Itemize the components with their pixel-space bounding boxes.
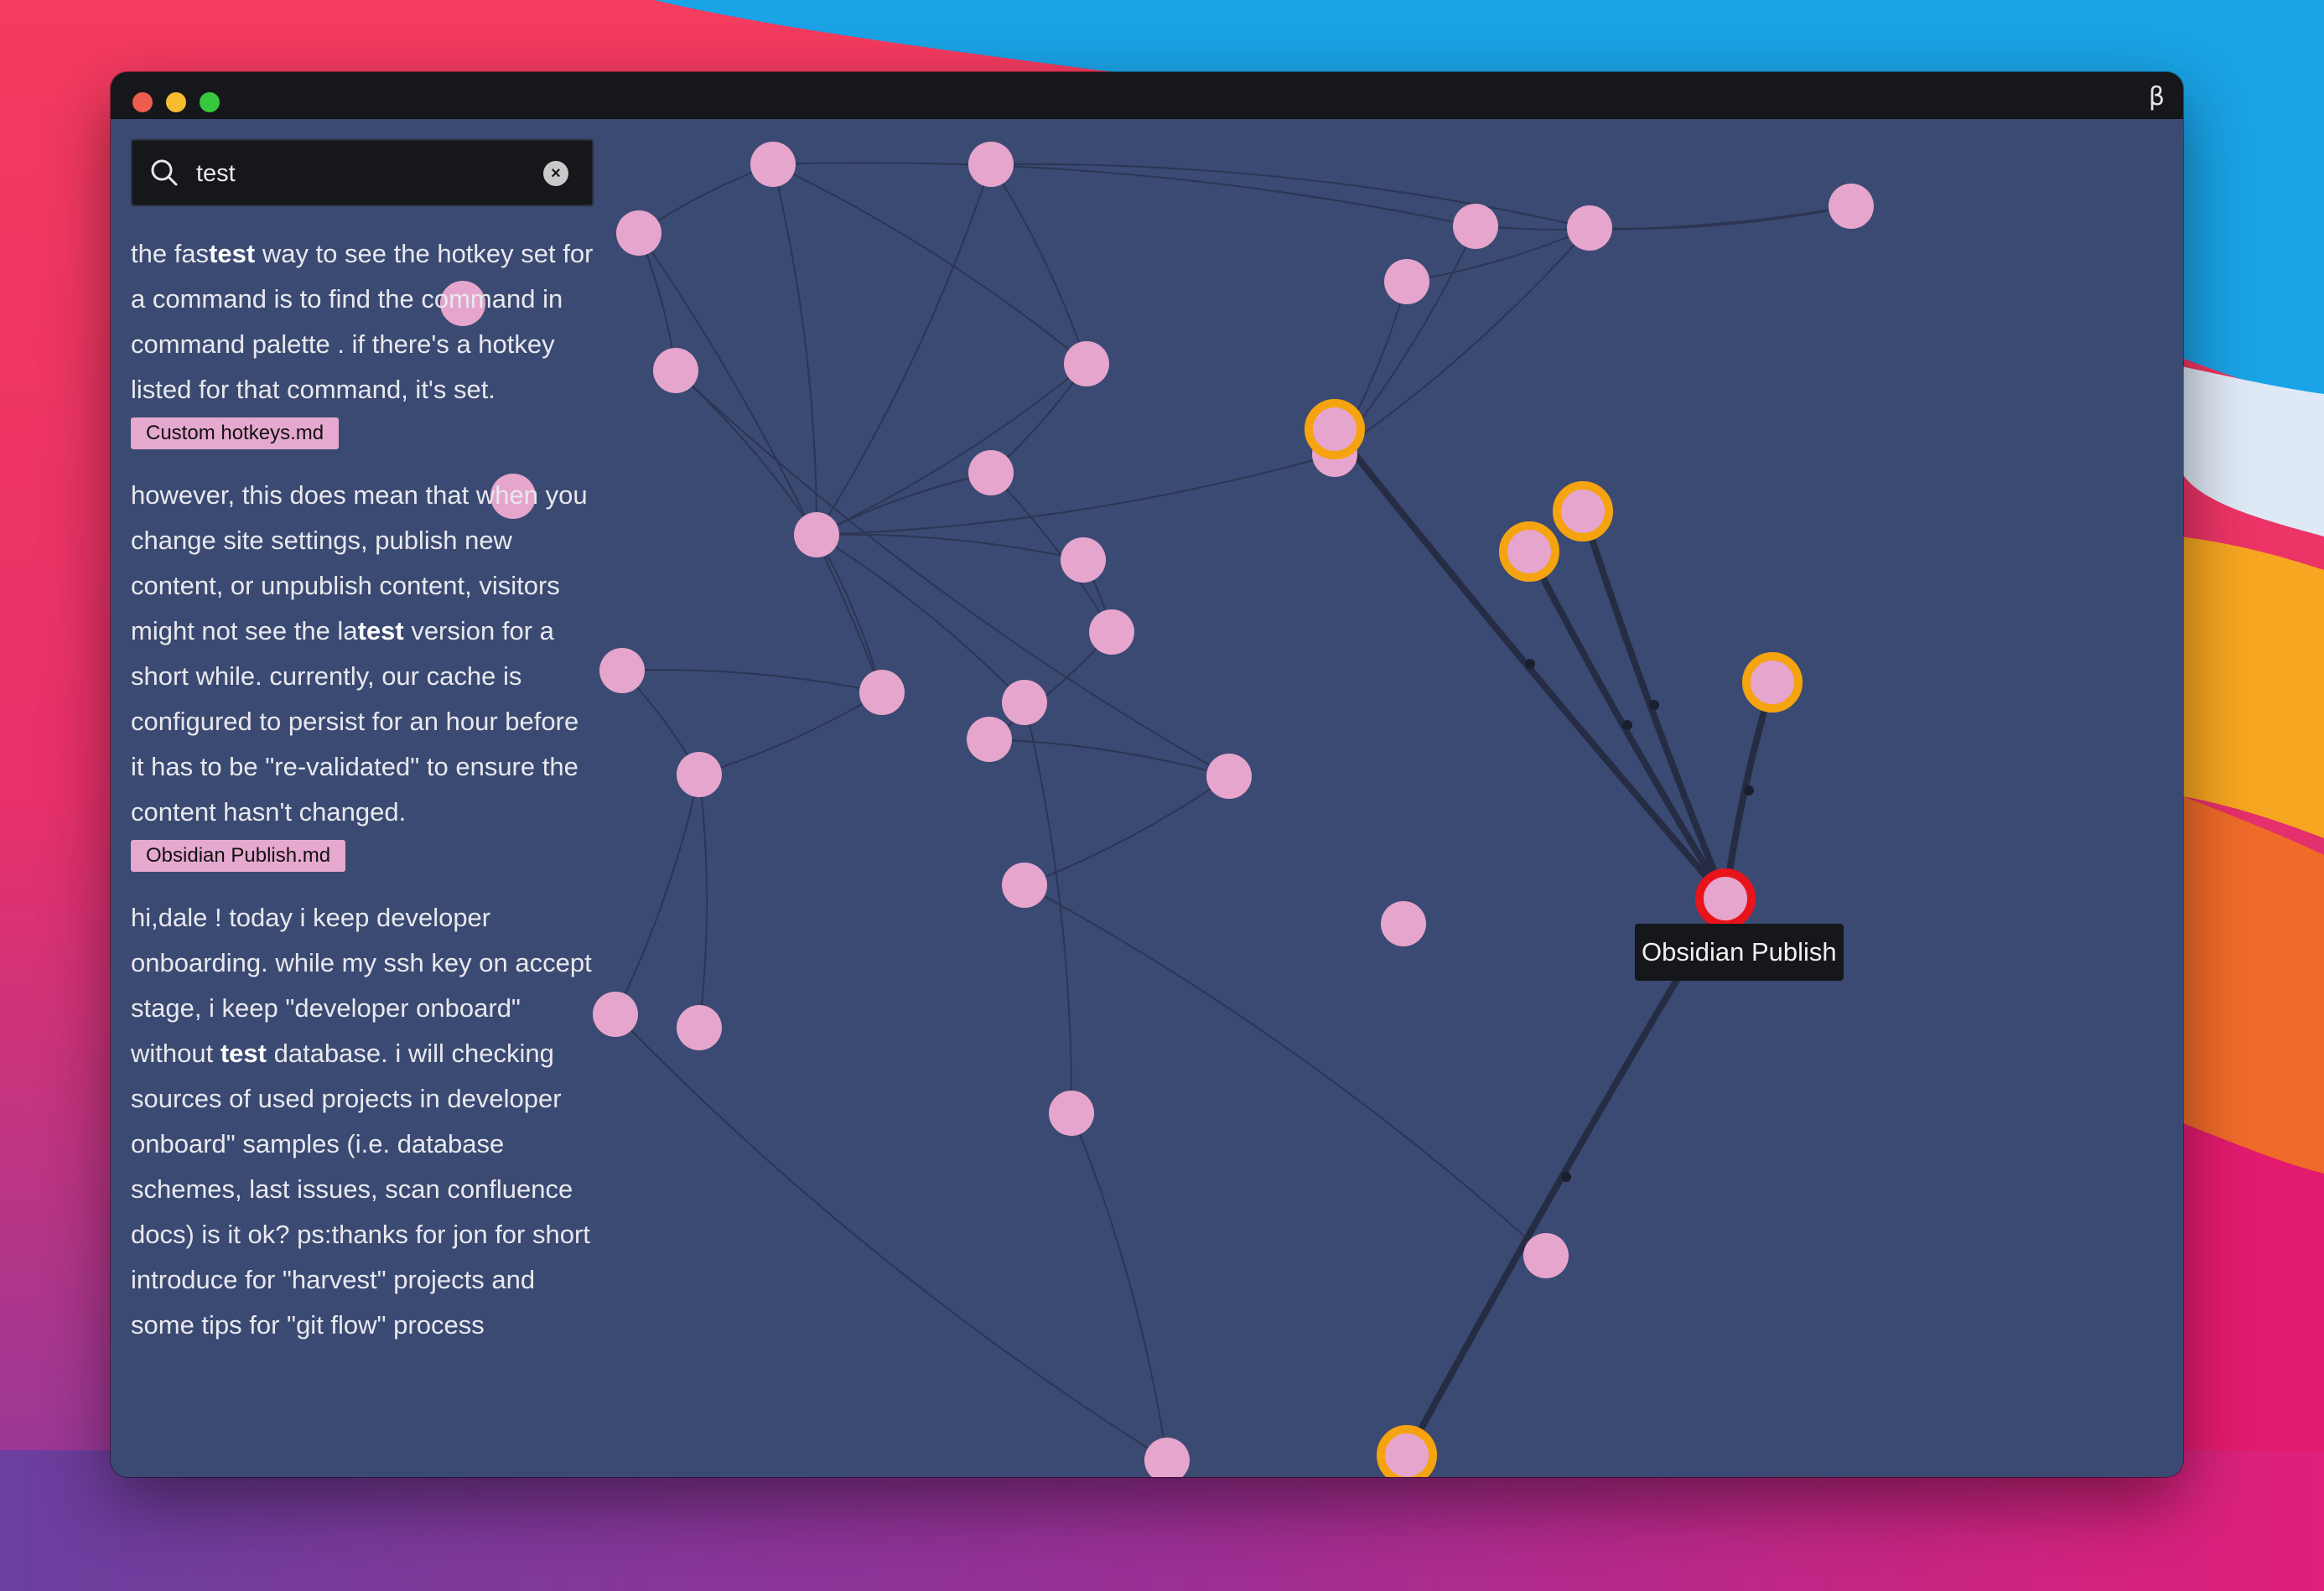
search-result[interactable]: hi,dale ! today i keep developer onboard… [131,895,600,1348]
result-snippet[interactable]: however, this does mean that when you ch… [131,473,594,835]
graph-edge [615,1013,1168,1461]
graph-node[interactable] [968,142,1014,187]
search-icon [151,159,178,186]
minimize-window-button[interactable] [166,92,186,112]
search-input[interactable] [195,149,525,198]
graph-node[interactable] [1523,1233,1569,1278]
clear-search-icon[interactable]: × [543,161,568,186]
graph-node[interactable] [677,1005,722,1050]
graph-edge-arrow [1525,659,1535,669]
graph-edge [1024,884,1547,1257]
graph-node[interactable] [1049,1091,1094,1136]
graph-node[interactable] [616,210,661,256]
graph-edge [990,163,1590,229]
graph-edge [772,163,818,536]
graph-edge [772,163,1087,365]
graph-node[interactable] [653,348,698,393]
graph-node[interactable] [1381,901,1426,946]
search-sidebar: × the fastest way to see the hotkey set … [131,139,600,1477]
graph-node[interactable] [1567,205,1612,251]
graph-node[interactable] [1206,754,1252,799]
graph-node[interactable] [1384,259,1429,304]
close-window-button[interactable] [132,92,153,112]
graph-edge [1334,227,1590,455]
beta-badge: β [2148,82,2165,111]
graph-node[interactable] [1144,1438,1190,1477]
graph-node-active[interactable] [1695,868,1756,929]
results-fade [131,1427,600,1477]
obsidian-window: β Obsidian Publish × the fastest way to … [111,72,2183,1477]
search-result[interactable]: however, this does mean that when you ch… [131,473,600,872]
snippet-text: database. i will checking sources of use… [131,1039,590,1340]
graph-node[interactable] [1453,204,1498,249]
graph-edge [1589,205,1852,230]
graph-edge [816,534,1025,703]
graph-edge-arrow [1622,720,1632,730]
graph-edge-arrow [1561,1172,1571,1182]
graph-edge [772,162,1476,227]
graph-node[interactable] [1089,609,1134,655]
graph-node[interactable] [859,670,905,715]
graph-node[interactable] [794,512,839,557]
graph-edge [988,738,1230,777]
graph-edge [675,370,1230,777]
result-file-tag[interactable]: Custom hotkeys.md [131,417,340,449]
snippet-text: version for a short while. currently, ou… [131,616,579,827]
title-bar: β [111,72,2183,119]
graph-node-linked[interactable] [1742,652,1803,713]
result-snippet[interactable]: hi,dale ! today i keep developer onboard… [131,895,594,1348]
snippet-text: the fas [131,239,210,268]
graph-node[interactable] [968,450,1014,495]
graph-edge [638,232,883,693]
graph-node[interactable] [599,648,645,693]
graph-node-linked[interactable] [1499,521,1559,582]
result-snippet[interactable]: the fastest way to see the hotkey set fo… [131,231,594,412]
match-highlight: test [220,1039,267,1068]
graph-edge-arrow [1649,700,1659,710]
graph-edge [816,533,1084,561]
graph-edge-arrow [1744,785,1754,796]
graph-node[interactable] [750,142,796,187]
graph-edge [990,163,1087,365]
graph-edge [816,363,1087,536]
graph-node[interactable] [1002,680,1047,725]
graph-edge [1406,227,1590,282]
graph-node[interactable] [677,752,722,797]
result-file-tag[interactable]: Obsidian Publish.md [131,840,346,872]
graph-node[interactable] [1064,341,1109,386]
graph-node-linked[interactable] [1377,1425,1437,1477]
graph-edge [698,774,708,1029]
graph-node[interactable] [1002,863,1047,908]
graph-edge [675,370,817,536]
search-results: the fastest way to see the hotkey set fo… [131,231,600,1371]
graph-edge [615,774,700,1015]
maximize-window-button[interactable] [200,92,220,112]
search-box[interactable]: × [131,139,594,206]
search-result[interactable]: the fastest way to see the hotkey set fo… [131,231,600,449]
graph-node[interactable] [1829,184,1874,229]
graph-node[interactable] [967,717,1012,762]
graph-node-linked[interactable] [1553,481,1613,542]
match-highlight: test [209,239,256,268]
match-highlight: test [357,616,404,645]
graph-edge [621,669,883,693]
node-tooltip: Obsidian Publish [1635,924,1844,981]
graph-edge [1475,205,1852,231]
graph-node[interactable] [1061,537,1106,583]
graph-edge [698,692,883,775]
graph-node-linked[interactable] [1305,399,1365,459]
